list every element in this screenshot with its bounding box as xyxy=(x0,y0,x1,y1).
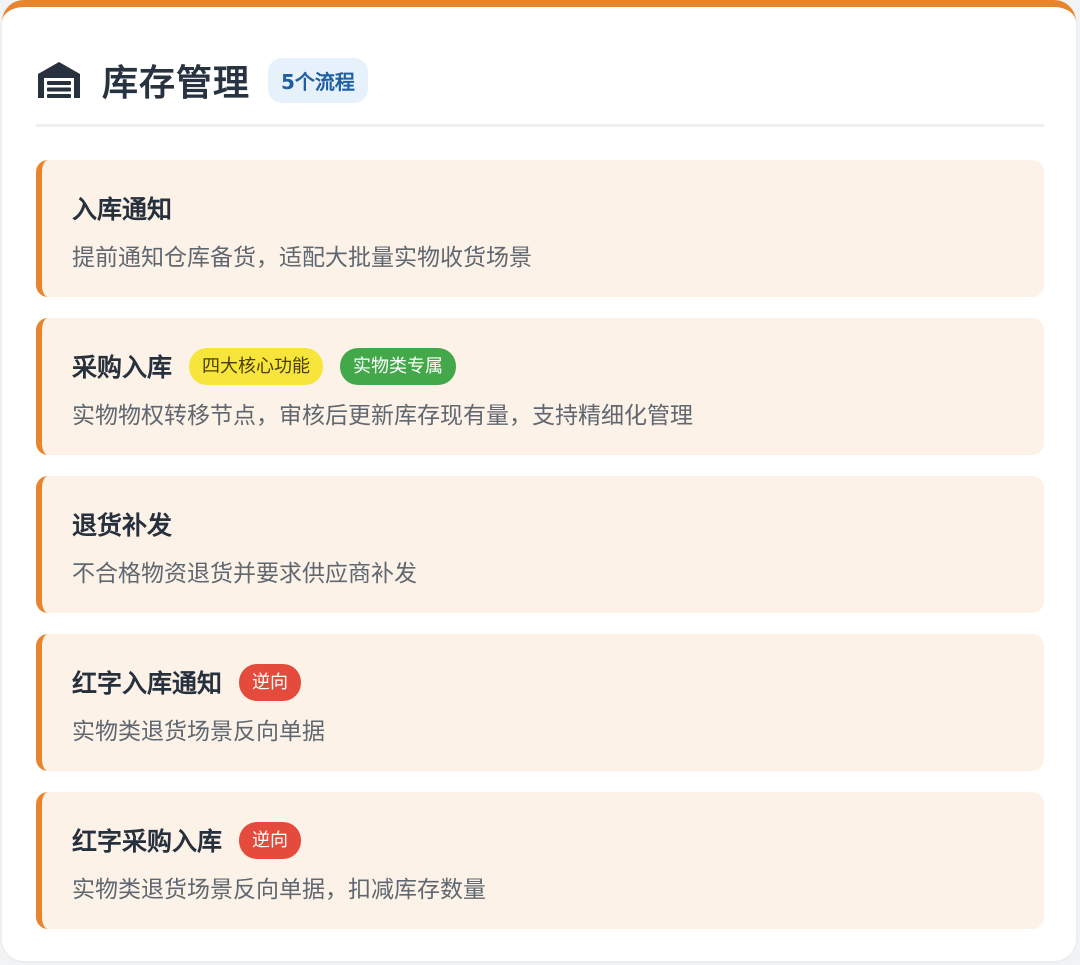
flow-card-header: 退货补发 xyxy=(72,504,172,544)
flow-description: 实物类退货场景反向单据，扣减库存数量 xyxy=(72,877,486,903)
flow-title: 退货补发 xyxy=(72,511,173,540)
flow-description: 不合格物资退货并要求供应商补发 xyxy=(72,561,417,587)
flow-title: 红字采购入库 xyxy=(72,827,223,856)
flow-card-header: 红字入库通知 逆向 xyxy=(72,662,302,702)
flow-description: 实物类退货场景反向单据 xyxy=(72,719,325,745)
flow-tag: 逆向 xyxy=(239,821,302,859)
flow-card-header: 红字采购入库 逆向 xyxy=(72,820,302,860)
flow-card[interactable]: 退货补发不合格物资退货并要求供应商补发 xyxy=(36,476,1044,613)
flow-description: 实物物权转移节点，审核后更新库存现有量，支持精细化管理 xyxy=(72,403,693,429)
flow-card[interactable]: 红字采购入库 逆向实物类退货场景反向单据，扣减库存数量 xyxy=(36,792,1044,929)
flow-tag: 实物类专属 xyxy=(340,347,457,385)
flow-title: 入库通知 xyxy=(72,195,173,224)
flow-count-badge: 5个流程 xyxy=(268,57,368,103)
panel-header: 库存管理 5个流程 xyxy=(36,51,368,109)
warehouse-icon xyxy=(36,60,82,100)
flow-card[interactable]: 入库通知提前通知仓库备货，适配大批量实物收货场景 xyxy=(36,160,1044,297)
flow-title: 红字入库通知 xyxy=(72,669,223,698)
flow-title: 采购入库 xyxy=(72,353,173,382)
header-divider xyxy=(36,124,1044,127)
page-title: 库存管理 xyxy=(102,63,251,104)
flow-card-header: 采购入库 四大核心功能 实物类专属 xyxy=(72,346,457,386)
flow-description: 提前通知仓库备货，适配大批量实物收货场景 xyxy=(72,245,532,271)
flow-card-header: 入库通知 xyxy=(72,188,172,228)
flow-tag: 四大核心功能 xyxy=(189,347,324,385)
flow-card[interactable]: 采购入库 四大核心功能 实物类专属实物物权转移节点，审核后更新库存现有量，支持精细化… xyxy=(36,318,1044,455)
inventory-panel: 库存管理 5个流程 入库通知 提前通知仓库备货，适配大批量实物收货场景 采购入库 四大… xyxy=(2,0,1076,961)
flow-tag: 逆向 xyxy=(239,663,302,701)
flow-list: 入库通知 提前通知仓库备货，适配大批量实物收货场景 采购入库 四大核心功能 实物类专属实… xyxy=(36,160,1044,950)
flow-card[interactable]: 红字入库通知 逆向实物类退货场景反向单据 xyxy=(36,634,1044,771)
